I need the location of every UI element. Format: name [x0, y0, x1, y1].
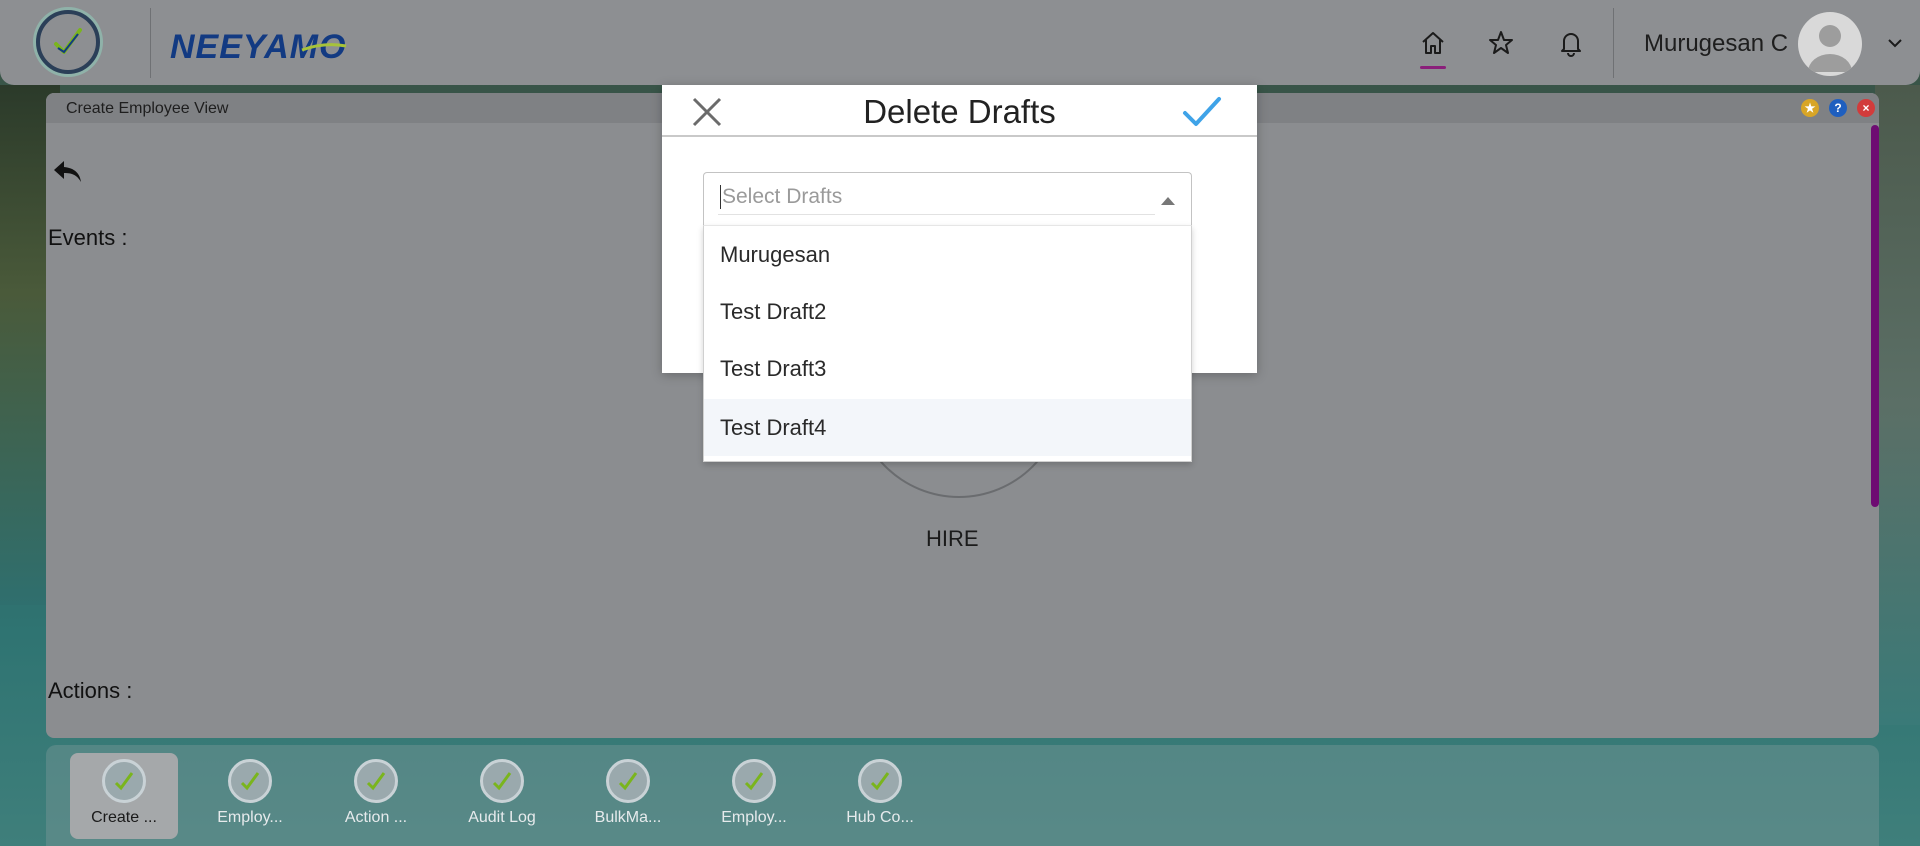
- dropdown-option[interactable]: Test Draft3: [704, 340, 1191, 397]
- app-logo-icon: [858, 759, 902, 803]
- taskbar-item[interactable]: Create ...: [70, 753, 178, 839]
- taskbar-item-label: Action ...: [344, 809, 408, 826]
- taskbar: Create ... Employ... Action ... Audit Lo…: [46, 745, 1879, 846]
- app-logo-icon: [606, 759, 650, 803]
- back-arrow-icon[interactable]: [50, 157, 84, 187]
- avatar[interactable]: [1798, 12, 1862, 76]
- select-drafts-input[interactable]: Select Drafts: [720, 185, 842, 209]
- app-logo-icon: [354, 759, 398, 803]
- chevron-down-icon[interactable]: [1884, 32, 1906, 54]
- app-logo-icon: [480, 759, 524, 803]
- minimize-icon[interactable]: ★: [1801, 99, 1819, 117]
- taskbar-item-label: BulkMa...: [594, 809, 662, 826]
- drafts-select[interactable]: Select Drafts: [703, 172, 1192, 225]
- taskbar-item[interactable]: Action ...: [322, 753, 430, 839]
- taskbar-item[interactable]: Audit Log: [448, 753, 556, 839]
- taskbar-item-label: Employ...: [721, 809, 787, 826]
- taskbar-item[interactable]: BulkMa...: [574, 753, 682, 839]
- app-logo-icon: [228, 759, 272, 803]
- scrollbar[interactable]: [1871, 125, 1879, 507]
- dropdown-option[interactable]: Murugesan: [704, 226, 1191, 283]
- app-logo-icon[interactable]: [36, 10, 100, 74]
- home-icon[interactable]: [1416, 26, 1450, 60]
- dropdown-option[interactable]: Test Draft2: [704, 283, 1191, 340]
- top-bar: NEEYAMO Murugesan C: [0, 0, 1920, 85]
- window-title: Create Employee View: [66, 100, 229, 117]
- divider: [1613, 8, 1614, 78]
- divider: [150, 8, 151, 78]
- taskbar-item-label: Create ...: [91, 809, 157, 826]
- select-underline: [718, 214, 1155, 215]
- taskbar-item[interactable]: Employ...: [196, 753, 304, 839]
- events-label: Events :: [48, 225, 128, 250]
- background-right: [1875, 85, 1920, 725]
- help-icon[interactable]: ?: [1829, 99, 1847, 117]
- taskbar-item[interactable]: Hub Co...: [826, 753, 934, 839]
- app-logo-icon: [732, 759, 776, 803]
- hire-event-label[interactable]: HIRE: [926, 526, 979, 552]
- close-icon[interactable]: ×: [1857, 99, 1875, 117]
- caret-up-icon[interactable]: [1161, 197, 1175, 205]
- taskbar-item-label: Audit Log: [468, 809, 536, 826]
- dropdown-option[interactable]: Test Draft4: [704, 399, 1191, 456]
- dialog-header: Delete Drafts: [662, 85, 1257, 137]
- bell-icon[interactable]: [1554, 26, 1588, 60]
- taskbar-item-label: Hub Co...: [846, 809, 914, 826]
- home-active-indicator: [1420, 66, 1446, 69]
- taskbar-item[interactable]: Employ...: [700, 753, 808, 839]
- drafts-dropdown-list: Murugesan Test Draft2 Test Draft3 Test D…: [703, 225, 1192, 462]
- star-icon[interactable]: [1484, 26, 1518, 60]
- user-name[interactable]: Murugesan C: [1644, 30, 1788, 58]
- app-logo-icon: [102, 759, 146, 803]
- dialog-title: Delete Drafts: [863, 93, 1056, 130]
- brand-swoosh-icon: [301, 43, 347, 52]
- checkmark-icon[interactable]: [1181, 93, 1223, 131]
- taskbar-item-label: Employ...: [217, 809, 283, 826]
- actions-label: Actions :: [48, 678, 133, 703]
